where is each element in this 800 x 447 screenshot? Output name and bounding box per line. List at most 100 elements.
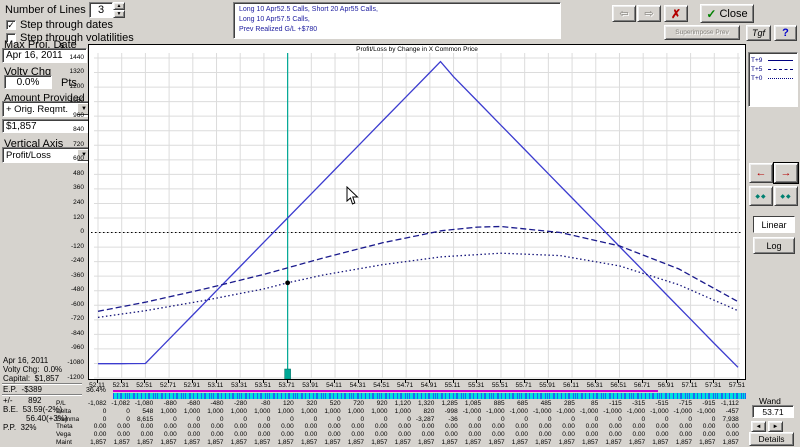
table-cell: -1,000 [556, 408, 579, 415]
table-cell: 0.00 [135, 423, 158, 430]
y-tick-label: -480 [46, 286, 84, 293]
position-line-2: Long 10 Apr57.5 Calls, [239, 15, 555, 25]
table-cell: 1,857 [205, 439, 228, 446]
table-cell: -315 [627, 400, 650, 407]
table-cell: 0 [650, 416, 673, 423]
wand-input[interactable]: 53.71 [752, 405, 794, 418]
wand-right-button[interactable]: ► [768, 421, 783, 432]
position-line-1: Long 10 Apr52.5 Calls, Short 20 Apr55 Ca… [239, 5, 555, 15]
lines-spinner-up-button[interactable]: ▲ [113, 2, 125, 10]
table-cell: 1,000 [275, 408, 298, 415]
y-tick-label: 1440 [46, 54, 84, 61]
y-axis-dollar-label: $ [60, 43, 64, 50]
x-tick-label: 56.91 [653, 382, 679, 389]
table-cell: -1,000 [603, 408, 626, 415]
table-row-label: Maint [56, 439, 86, 446]
table-cell: 0 [252, 416, 275, 423]
price-range-bar [113, 390, 658, 392]
table-cell: 1,000 [346, 408, 369, 415]
table-cell: 0.00 [720, 423, 743, 430]
wand-left-button[interactable]: ◄ [751, 421, 766, 432]
teal-dots-icon: ◆◆ [780, 193, 791, 200]
x-tick-label: 54.71 [392, 382, 418, 389]
details-button[interactable]: Details [749, 432, 794, 446]
table-cell: -36 [439, 416, 462, 423]
table-cell: 0 [111, 416, 134, 423]
table-cell: 1,285 [439, 400, 462, 407]
table-cell: -1,000 [627, 408, 650, 415]
zoom-in-button[interactable]: ◆◆ [749, 186, 773, 206]
close-button[interactable]: ✓ Close [700, 4, 754, 23]
table-cell: 0 [275, 416, 298, 423]
help-button[interactable]: ? [774, 25, 797, 41]
table-cell: 0 [533, 416, 556, 423]
red-x-icon: ✗ [671, 7, 681, 21]
lines-spinner-down-button[interactable]: ▼ [113, 10, 125, 18]
table-cell: 0.00 [346, 431, 369, 438]
legend-row: T+5 [751, 65, 793, 73]
y-tick-label: -840 [46, 330, 84, 337]
volty-chg-input[interactable]: 0.0% [4, 75, 52, 89]
table-cell: 0.00 [158, 431, 181, 438]
table-cell: 0.00 [322, 431, 345, 438]
y-tick-label: 600 [46, 155, 84, 162]
tgf-button[interactable]: Tgf [746, 25, 771, 41]
legend-label: T+0 [751, 75, 768, 82]
shift-right-button[interactable]: → [774, 163, 798, 183]
x-tick-label: 55.91 [534, 382, 560, 389]
table-cell: 0.00 [580, 431, 603, 438]
series-t-9 [98, 62, 738, 368]
table-cell: 485 [533, 400, 556, 407]
table-cell: 0.00 [275, 423, 298, 430]
table-cell: 0 [111, 408, 134, 415]
table-cell: 1,857 [486, 439, 509, 446]
table-cell: 0.00 [158, 423, 181, 430]
table-cell: 285 [556, 400, 579, 407]
table-cell: 1,000 [369, 408, 392, 415]
red-left-arrow-icon: ← [756, 167, 767, 179]
table-row-label: Theta [56, 423, 86, 430]
x-tick-label: 52.71 [155, 382, 181, 389]
table-cell: 1,120 [392, 400, 415, 407]
vertical-axis-value: Profit/Loss [6, 150, 51, 161]
table-cell: -1,000 [533, 408, 556, 415]
forward-button[interactable]: ⇨ [637, 5, 661, 22]
y-tick-label: 120 [46, 214, 84, 221]
table-cell: 0 [603, 416, 626, 423]
number-of-lines-input[interactable]: 3 [89, 2, 113, 18]
table-cell: 0 [346, 416, 369, 423]
x-tick-label: 56.11 [558, 382, 584, 389]
table-cell: 0.00 [556, 423, 579, 430]
back-button[interactable]: ⇦ [612, 5, 636, 22]
x-tick-label: 56.71 [629, 382, 655, 389]
table-cell: 0 [510, 416, 533, 423]
shift-left-button[interactable]: ← [749, 163, 773, 183]
chart-plot-area[interactable]: Profit/Loss by Change in X Common Price [88, 44, 746, 380]
y-tick-label: -120 [46, 243, 84, 250]
table-row: 008,61500000000000-3,287-36000000000007,… [88, 416, 744, 423]
table-cell: 1,857 [275, 439, 298, 446]
table-row: -1,082-1,082-1,080-880-680-480-280-80120… [88, 400, 744, 407]
table-cell: 0.00 [369, 431, 392, 438]
table-cell: -480 [205, 400, 228, 407]
log-scale-button[interactable]: Log [753, 237, 795, 254]
zoom-out-button[interactable]: ◆◆ [774, 186, 798, 206]
stats-plus-minus: +/- 892 [3, 396, 41, 405]
x-tick-label: 53.51 [250, 382, 276, 389]
table-cell: 0.00 [88, 423, 111, 430]
green-check-icon: ✓ [706, 7, 716, 21]
linear-scale-button[interactable]: Linear [753, 216, 795, 233]
delete-button[interactable]: ✗ [664, 5, 688, 22]
table-cell: 1,857 [252, 439, 275, 446]
table-cell: 0.00 [111, 423, 134, 430]
x-tick-label: 52.31 [108, 382, 134, 389]
table-cell: 0.00 [182, 423, 205, 430]
table-row: 0.000.000.000.000.000.000.000.000.000.00… [88, 431, 744, 438]
x-tick-label: 53.31 [226, 382, 252, 389]
superimpose-prev-button[interactable]: Superimpose Prev [664, 25, 740, 40]
table-cell: 0.00 [463, 431, 486, 438]
step-dates-checkbox[interactable]: ✓ [6, 20, 16, 30]
table-cell: 1,857 [135, 439, 158, 446]
table-cell: 920 [369, 400, 392, 407]
probability-distribution-bar [113, 393, 746, 399]
